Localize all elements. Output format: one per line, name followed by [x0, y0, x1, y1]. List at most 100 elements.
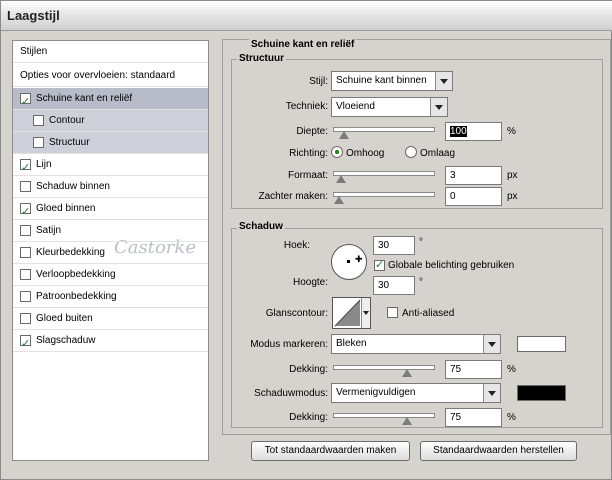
shadow-opacity-slider[interactable] [333, 413, 435, 425]
chevron-down-icon [363, 311, 369, 315]
style-item-label: Contour [49, 115, 85, 126]
direction-label: Richting: [289, 148, 328, 159]
soften-input-value: 0 [450, 191, 456, 202]
chevron-down-icon[interactable] [483, 335, 500, 353]
highlight-mode-select[interactable]: Bleken [331, 334, 501, 354]
style-item-satijn[interactable]: Satijn [13, 220, 208, 242]
shadow-opacity-unit: % [507, 412, 516, 423]
style-item-label: Kleurbedekking [36, 247, 105, 258]
highlight-opacity-value: 75 [450, 364, 462, 375]
style-item-gloed-binnen[interactable]: Gloed binnen [13, 198, 208, 223]
style-select[interactable]: Schuine kant binnen [331, 71, 453, 91]
style-item-label: Gloed buiten [36, 313, 93, 324]
style-item-label: Structuur [49, 137, 90, 148]
gloss-contour-picker[interactable] [332, 297, 371, 329]
depth-slider[interactable] [333, 127, 435, 139]
style-label: Stijl: [309, 76, 328, 87]
shadow-color-swatch[interactable] [517, 385, 566, 401]
style-item-kleurbedekking[interactable]: Kleurbedekking [13, 242, 208, 264]
size-input[interactable]: 3 [445, 166, 502, 185]
style-item-schuine-kant-en-reli-f[interactable]: Schuine kant en reliëf [13, 88, 208, 113]
angle-label: Hoek: [283, 240, 310, 251]
highlight-opacity-slider[interactable] [333, 365, 435, 377]
depth-input[interactable]: 100 [445, 122, 502, 141]
angle-unit: ° [419, 237, 423, 248]
style-item-slagschaduw[interactable]: Slagschaduw [13, 330, 208, 355]
style-item-checkbox[interactable] [20, 333, 31, 355]
contour-preview-icon [334, 299, 361, 327]
style-item-stijlen[interactable]: Stijlen [13, 41, 208, 63]
angle-dial[interactable]: ✚ [331, 244, 367, 280]
shadow-opacity-thumb[interactable] [402, 417, 412, 425]
direction-up-label: Omhoog [346, 148, 385, 159]
size-label: Formaat: [287, 170, 328, 181]
highlight-color-swatch[interactable] [517, 336, 566, 352]
shadow-opacity-input[interactable]: 75 [445, 408, 502, 427]
structure-title: Structuur [237, 53, 286, 64]
style-item-structuur[interactable]: Structuur [13, 132, 208, 154]
highlight-opacity-thumb[interactable] [402, 369, 412, 377]
style-item-label: Opties voor overvloeien: standaard [20, 70, 176, 81]
style-item-label: Slagschaduw [36, 335, 96, 346]
soften-input[interactable]: 0 [445, 187, 502, 206]
global-light-checkbox[interactable] [374, 258, 385, 271]
bevel-settings-panel: Schuine kant en reliëf Structuur Stijl: … [222, 39, 611, 435]
style-item-contour[interactable]: Contour [13, 110, 208, 132]
shadow-opacity-value: 75 [450, 412, 462, 423]
depth-label: Diepte: [296, 126, 328, 137]
style-item-checkbox[interactable] [20, 247, 31, 258]
altitude-input[interactable]: 30 [373, 276, 415, 295]
size-slider[interactable] [333, 171, 435, 183]
style-item-checkbox[interactable] [20, 181, 31, 192]
highlight-mode-value: Bleken [336, 338, 367, 349]
size-slider-thumb[interactable] [336, 175, 346, 183]
altitude-label: Hoogte: [292, 277, 328, 288]
technique-select[interactable]: Vloeiend [331, 97, 448, 117]
style-item-checkbox[interactable] [20, 157, 31, 179]
depth-unit: % [507, 126, 516, 137]
style-item-gloed-buiten[interactable]: Gloed buiten [13, 308, 208, 330]
style-item-checkbox[interactable] [20, 225, 31, 236]
make-default-button[interactable]: Tot standaardwaarden maken [251, 441, 410, 461]
style-item-checkbox[interactable] [20, 91, 31, 113]
direction-down-label: Omlaag [420, 148, 456, 159]
direction-up-radio[interactable] [331, 146, 343, 158]
style-item-checkbox[interactable] [20, 291, 31, 302]
chevron-down-icon[interactable] [483, 384, 500, 402]
altitude-input-value: 30 [378, 280, 390, 291]
crosshair-icon: ✚ [355, 255, 363, 265]
shadow-mode-value: Vermenigvuldigen [336, 387, 416, 398]
highlight-opacity-label: Dekking: [289, 364, 328, 375]
depth-input-value: 100 [450, 126, 467, 137]
style-item-lijn[interactable]: Lijn [13, 154, 208, 179]
highlight-opacity-input[interactable]: 75 [445, 360, 502, 379]
style-item-opties-voor-overvloeien-standaard[interactable]: Opties voor overvloeien: standaard [13, 65, 208, 87]
size-unit: px [507, 170, 518, 181]
title-bar[interactable]: Laagstijl [1, 1, 612, 31]
style-item-label: Satijn [36, 225, 62, 236]
depth-slider-thumb[interactable] [339, 131, 349, 139]
style-item-checkbox[interactable] [20, 201, 31, 223]
direction-down-radio[interactable] [405, 146, 417, 158]
section-title: Schuine kant en reliëf [249, 39, 357, 50]
reset-default-button[interactable]: Standaardwaarden herstellen [420, 441, 577, 461]
styles-list: Castorke Stijlen Opties voor overvloeien:… [12, 40, 209, 461]
style-item-schaduw-binnen[interactable]: Schaduw binnen [13, 176, 208, 198]
style-item-verloopbedekking[interactable]: Verloopbedekking [13, 264, 208, 286]
chevron-down-icon[interactable] [430, 98, 447, 116]
chevron-down-icon[interactable] [435, 72, 452, 90]
soften-slider-thumb[interactable] [334, 196, 344, 204]
style-item-checkbox[interactable] [20, 313, 31, 324]
shadow-mode-select[interactable]: Vermenigvuldigen [331, 383, 501, 403]
style-item-label: Schaduw binnen [36, 181, 110, 192]
style-item-checkbox[interactable] [33, 115, 44, 126]
style-item-label: Lijn [36, 159, 52, 170]
antialiased-checkbox[interactable] [387, 307, 398, 318]
style-item-checkbox[interactable] [33, 137, 44, 148]
style-item-patroonbedekking[interactable]: Patroonbedekking [13, 286, 208, 308]
style-item-checkbox[interactable] [20, 269, 31, 280]
soften-slider[interactable] [333, 192, 435, 204]
contour-dropdown[interactable] [361, 298, 370, 328]
layer-style-dialog: Laagstijl Castorke Stijlen Opties voor ov… [0, 0, 612, 480]
angle-input[interactable]: 30 [373, 236, 415, 255]
